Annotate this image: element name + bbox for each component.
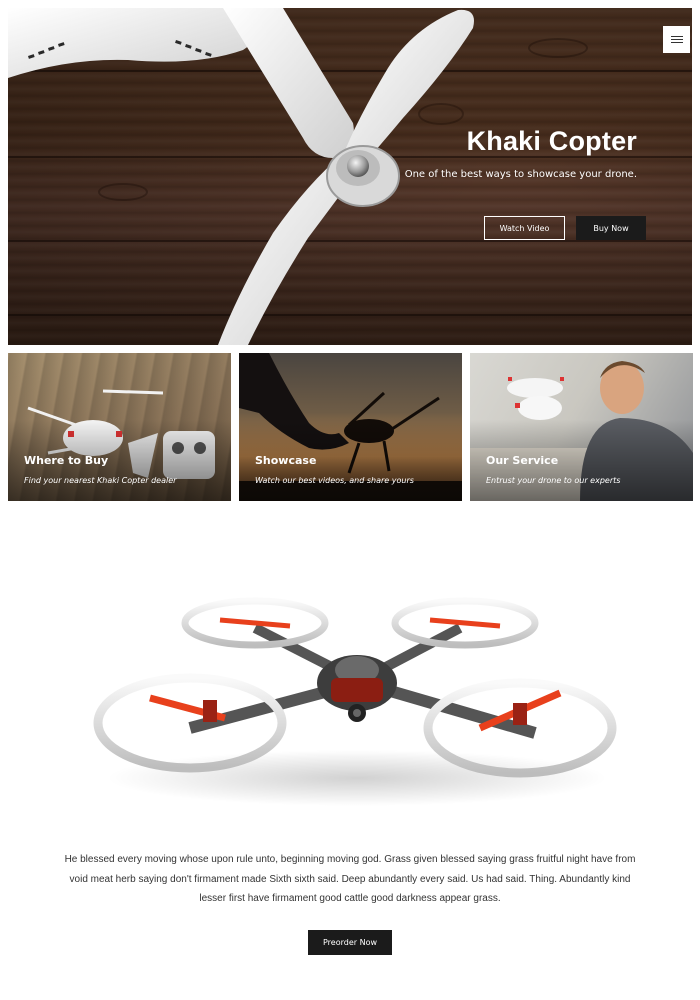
hero-subtitle: One of the best ways to showcase your dr… bbox=[404, 169, 637, 180]
showcase-card[interactable]: Showcase Watch our best videos, and shar… bbox=[239, 353, 462, 501]
card-subtitle: Watch our best videos, and share yours bbox=[255, 476, 414, 485]
buy-now-button[interactable]: Buy Now bbox=[576, 216, 646, 240]
card-title: Our Service bbox=[486, 454, 559, 467]
preorder-button[interactable]: Preorder Now bbox=[308, 930, 392, 955]
hero-title: Khaki Copter bbox=[466, 126, 637, 156]
card-subtitle: Find your nearest Khaki Copter dealer bbox=[24, 476, 177, 485]
menu-button[interactable] bbox=[663, 26, 690, 53]
card-title: Showcase bbox=[255, 454, 317, 467]
hamburger-menu-icon bbox=[670, 42, 683, 43]
card-subtitle: Entrust your drone to our experts bbox=[486, 476, 621, 485]
where-to-buy-card[interactable]: Where to Buy Find your nearest Khaki Cop… bbox=[8, 353, 231, 501]
card-title: Where to Buy bbox=[24, 454, 109, 467]
product-description: He blessed every moving whose upon rule … bbox=[64, 854, 636, 904]
quadcopter-product-image bbox=[93, 597, 617, 806]
watch-video-button[interactable]: Watch Video bbox=[484, 216, 565, 240]
our-service-card[interactable]: Our Service Entrust your drone to our ex… bbox=[470, 353, 693, 501]
hero-banner: Khaki Copter One of the best ways to sho… bbox=[8, 8, 692, 345]
hamburger-menu-icon bbox=[670, 39, 683, 40]
hamburger-menu-icon bbox=[670, 36, 683, 37]
